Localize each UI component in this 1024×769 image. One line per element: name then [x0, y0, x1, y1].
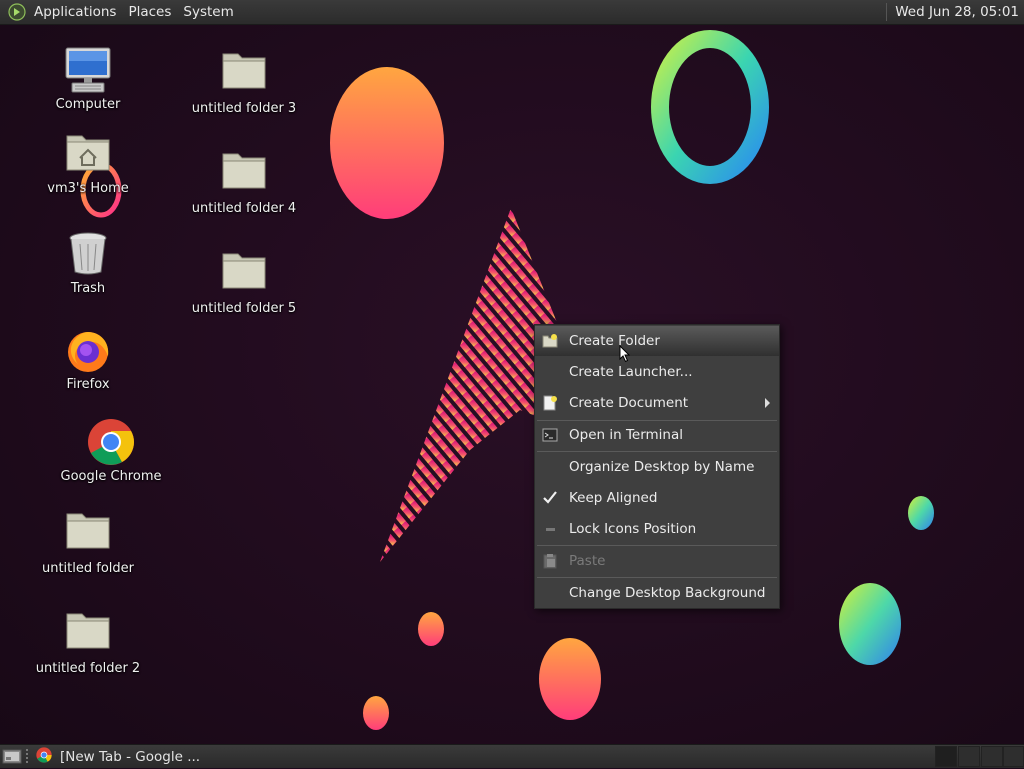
menu-item-label: Create Folder [569, 333, 660, 349]
menu-item-label: Paste [569, 553, 606, 569]
checkmark-icon [542, 490, 558, 506]
applications-menu[interactable]: Applications [28, 0, 122, 25]
desktop-icon-label: untitled folder 3 [191, 101, 297, 116]
menu-item-change-desktop-background[interactable]: Change Desktop Background [535, 578, 779, 608]
home-folder-icon [64, 130, 112, 178]
workspace-1[interactable] [935, 746, 957, 767]
workspace-3[interactable] [981, 746, 1003, 767]
menu-item-label: Lock Icons Position [569, 521, 697, 537]
folder-icon [220, 50, 268, 98]
system-menu[interactable]: System [177, 0, 239, 25]
menu-item-keep-aligned[interactable]: Keep Aligned [535, 483, 779, 513]
terminal-icon [542, 427, 558, 443]
desktop-icon-label: untitled folder 2 [35, 661, 141, 676]
desktop-context-menu: Create Folder Create Launcher... Create … [534, 324, 780, 609]
workspace-2[interactable] [958, 746, 980, 767]
desktop-icon-computer[interactable]: Computer [13, 46, 163, 112]
menu-item-label: Open in Terminal [569, 427, 683, 443]
desktop-icon-home[interactable]: vm3's Home [13, 130, 163, 196]
desktop-icon-label: Firefox [66, 377, 110, 392]
distro-logo-icon[interactable] [6, 1, 28, 23]
lock-toggle-icon [542, 521, 558, 537]
workspace-4[interactable] [1003, 746, 1024, 767]
menu-item-open-in-terminal[interactable]: Open in Terminal [535, 420, 779, 450]
menu-item-create-folder[interactable]: Create Folder [535, 326, 779, 356]
desktop-icon-trash[interactable]: Trash [13, 230, 163, 296]
menu-item-label: Change Desktop Background [569, 585, 766, 601]
desktop-icon-untitled-folder-5[interactable]: untitled folder 5 [169, 250, 319, 316]
desktop-icon-label: Google Chrome [60, 469, 162, 484]
desktop-icon-untitled-folder-2[interactable]: untitled folder 2 [13, 610, 163, 676]
folder-icon [64, 610, 112, 658]
firefox-icon [64, 326, 112, 374]
bottom-panel: [New Tab - Google ... [0, 744, 1024, 768]
menu-item-label: Organize Desktop by Name [569, 459, 755, 475]
desktop-icon-label: Trash [70, 281, 106, 296]
folder-icon [220, 150, 268, 198]
chrome-icon [36, 746, 52, 767]
menu-item-label: Create Document [569, 395, 689, 411]
folder-new-icon [542, 333, 558, 349]
places-menu[interactable]: Places [122, 0, 177, 25]
folder-icon [64, 510, 112, 558]
desktop-icon-label: vm3's Home [47, 181, 129, 196]
panel-separator [886, 3, 888, 21]
chrome-icon [87, 418, 135, 466]
desktop-icon-untitled-folder-4[interactable]: untitled folder 4 [169, 150, 319, 216]
menu-item-label: Keep Aligned [569, 490, 658, 506]
menu-item-create-document[interactable]: Create Document [535, 388, 779, 418]
trash-icon [64, 230, 112, 278]
panel-handle[interactable] [26, 749, 28, 764]
desktop-icon-untitled-folder[interactable]: untitled folder [13, 510, 163, 576]
menu-item-create-launcher[interactable]: Create Launcher... [535, 357, 779, 387]
desktop-icon-label: untitled folder 5 [191, 301, 297, 316]
desktop-icon-label: Computer [55, 97, 121, 112]
clock[interactable]: Wed Jun 28, 05:01 [895, 4, 1019, 20]
desktop-icon-google-chrome[interactable]: Google Chrome [36, 418, 186, 484]
paste-icon [542, 553, 558, 569]
taskbar-item-label: [New Tab - Google ... [60, 748, 201, 765]
menu-item-label: Create Launcher... [569, 364, 693, 380]
desktop-icon-label: untitled folder [41, 561, 134, 576]
mouse-cursor-icon [619, 345, 631, 363]
folder-icon [220, 250, 268, 298]
menu-item-paste: Paste [535, 546, 779, 576]
taskbar-item-chrome[interactable]: [New Tab - Google ... [36, 745, 200, 768]
top-panel: Applications Places System Wed Jun 28, 0… [0, 0, 1024, 25]
document-new-icon [542, 395, 558, 411]
show-desktop-icon[interactable] [2, 748, 22, 765]
menu-item-lock-icons-position[interactable]: Lock Icons Position [535, 514, 779, 544]
desktop-icon-label: untitled folder 4 [191, 201, 297, 216]
submenu-arrow-icon [765, 398, 770, 408]
desktop-icon-firefox[interactable]: Firefox [13, 326, 163, 392]
computer-icon [64, 46, 112, 94]
desktop-icon-untitled-folder-3[interactable]: untitled folder 3 [169, 50, 319, 116]
menu-item-organize-desktop-by-name[interactable]: Organize Desktop by Name [535, 452, 779, 482]
